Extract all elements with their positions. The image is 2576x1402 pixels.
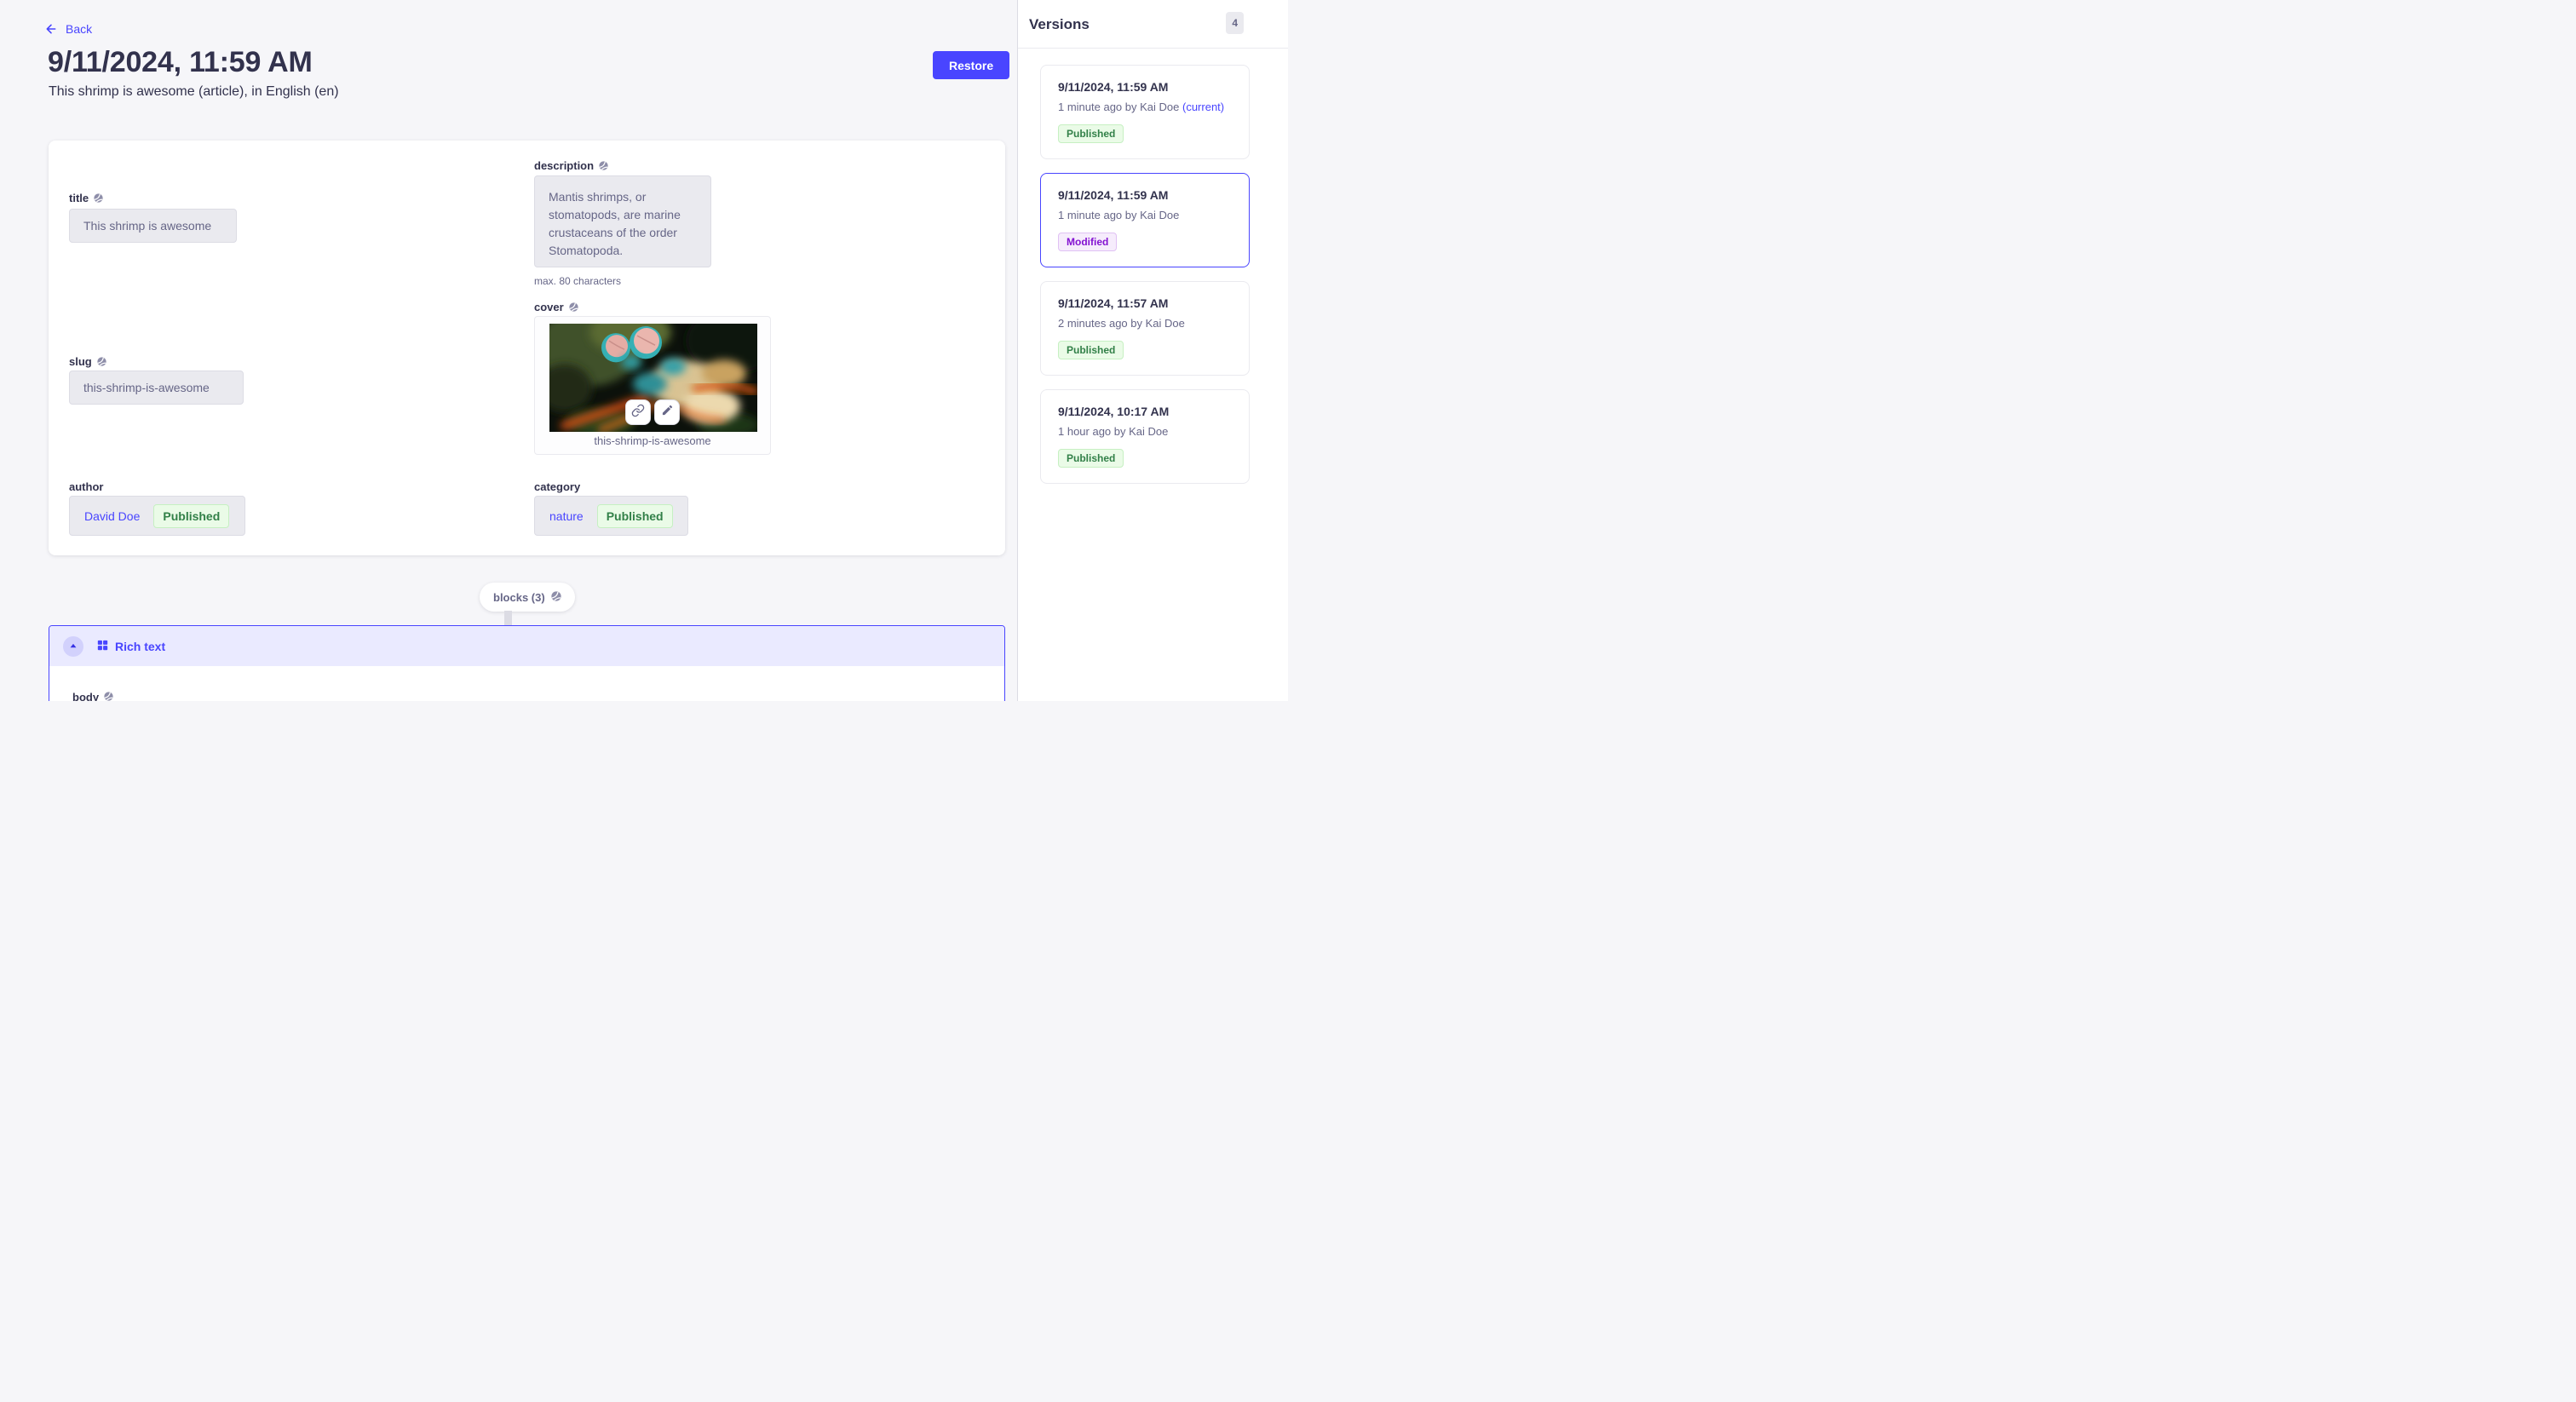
version-title: 9/11/2024, 11:59 AM: [1058, 188, 1232, 202]
description-label-text: description: [534, 159, 594, 172]
version-card[interactable]: 9/11/2024, 11:59 AM 1 minute ago by Kai …: [1040, 65, 1250, 159]
block-title-group: Rich text: [97, 640, 165, 653]
page-subtitle: This shrimp is awesome (article), in Eng…: [49, 84, 339, 100]
entry-form-card: title This shrimp is awesome description…: [49, 141, 1005, 555]
description-textarea: Mantis shrimps, or stomatopods, are mari…: [534, 175, 711, 267]
cover-label-text: cover: [534, 301, 564, 313]
version-title: 9/11/2024, 11:59 AM: [1058, 80, 1232, 94]
globe-icon: [569, 302, 578, 312]
pencil-icon: [661, 404, 674, 421]
version-card[interactable]: 9/11/2024, 10:17 AM 1 hour ago by Kai Do…: [1040, 389, 1250, 484]
caret-up-icon: [69, 640, 78, 652]
author-label-text: author: [69, 480, 103, 493]
main-panel: Back 9/11/2024, 11:59 AM This shrimp is …: [0, 0, 1017, 701]
version-meta-text: 1 minute ago by Kai Doe: [1058, 209, 1179, 221]
version-meta-text: 2 minutes ago by Kai Doe: [1058, 317, 1185, 330]
author-relation-link[interactable]: David Doe: [84, 509, 140, 523]
back-label: Back: [66, 22, 92, 36]
body-label-text: body: [72, 691, 99, 701]
title-field-label: title: [69, 192, 103, 204]
version-title: 9/11/2024, 10:17 AM: [1058, 405, 1232, 418]
version-meta: 1 hour ago by Kai Doe: [1058, 425, 1232, 438]
cover-media-card: this-shrimp-is-awesome: [534, 316, 771, 455]
globe-icon: [551, 591, 561, 604]
cover-caption: this-shrimp-is-awesome: [535, 434, 770, 447]
category-field-label: category: [534, 480, 580, 493]
version-status-badge: Published: [1058, 341, 1124, 359]
versions-list: 9/11/2024, 11:59 AM 1 minute ago by Kai …: [1040, 65, 1250, 484]
page-title: 9/11/2024, 11:59 AM: [48, 46, 313, 79]
category-relation-box: nature Published: [534, 496, 688, 536]
category-label-text: category: [534, 480, 580, 493]
back-link[interactable]: Back: [44, 22, 92, 36]
category-relation-link[interactable]: nature: [549, 509, 584, 523]
versions-count-badge: 4: [1226, 12, 1244, 34]
version-card-selected[interactable]: 9/11/2024, 11:59 AM 1 minute ago by Kai …: [1040, 173, 1250, 267]
rich-text-block-header: Rich text: [49, 626, 1004, 666]
description-field-label: description: [534, 159, 608, 172]
version-title: 9/11/2024, 11:57 AM: [1058, 296, 1232, 310]
versions-sidebar: Versions 4 9/11/2024, 11:59 AM 1 minute …: [1017, 0, 1288, 701]
globe-icon: [94, 193, 103, 203]
edit-media-button[interactable]: [654, 399, 680, 425]
version-status-badge: Published: [1058, 449, 1124, 468]
version-meta-text: 1 hour ago by Kai Doe: [1058, 425, 1168, 438]
copy-link-button[interactable]: [625, 399, 651, 425]
blocks-pill-label: blocks (3): [493, 591, 545, 604]
versions-header: Versions 4: [1018, 0, 1288, 49]
block-connector: [504, 611, 512, 625]
description-hint: max. 80 characters: [534, 275, 621, 287]
body-field-label: body: [72, 691, 113, 701]
block-title: Rich text: [115, 640, 165, 653]
version-card[interactable]: 9/11/2024, 11:57 AM 2 minutes ago by Kai…: [1040, 281, 1250, 376]
version-status-badge: Modified: [1058, 233, 1117, 251]
slug-field-label: slug: [69, 355, 106, 368]
version-meta: 2 minutes ago by Kai Doe: [1058, 317, 1232, 330]
back-arrow-icon: [44, 22, 58, 36]
grid-icon: [97, 640, 108, 653]
author-status-badge: Published: [153, 504, 229, 528]
title-label-text: title: [69, 192, 89, 204]
version-history-screen: Back 9/11/2024, 11:59 AM This shrimp is …: [0, 0, 1288, 701]
blocks-zone-pill: blocks (3): [480, 583, 575, 612]
collapse-block-button[interactable]: [63, 636, 83, 657]
globe-icon: [97, 357, 106, 366]
version-current-link[interactable]: (current): [1182, 101, 1224, 113]
version-meta: 1 minute ago by Kai Doe (current): [1058, 101, 1232, 113]
category-status-badge: Published: [597, 504, 673, 528]
rich-text-block: Rich text body: [49, 625, 1005, 701]
version-status-badge: Published: [1058, 124, 1124, 143]
version-meta-text: 1 minute ago by Kai Doe: [1058, 101, 1179, 113]
cover-field-label: cover: [534, 301, 578, 313]
link-icon: [631, 404, 645, 422]
slug-input: this-shrimp-is-awesome: [69, 371, 244, 405]
versions-title: Versions: [1029, 16, 1090, 33]
author-relation-box: David Doe Published: [69, 496, 245, 536]
version-meta: 1 minute ago by Kai Doe: [1058, 209, 1232, 221]
cover-actions: [625, 399, 680, 425]
title-input: This shrimp is awesome: [69, 209, 237, 243]
slug-label-text: slug: [69, 355, 92, 368]
restore-button[interactable]: Restore: [933, 51, 1009, 79]
globe-icon: [599, 161, 608, 170]
globe-icon: [104, 691, 113, 701]
author-field-label: author: [69, 480, 103, 493]
